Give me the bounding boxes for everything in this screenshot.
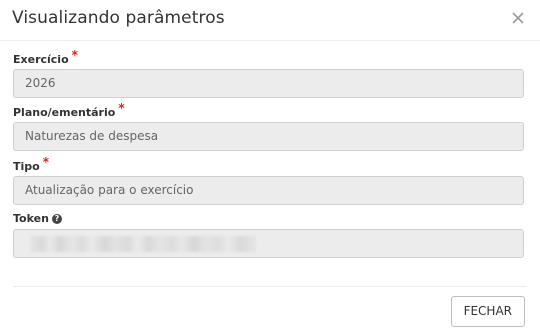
token-label: Token? [13,212,62,225]
footer-divider [13,286,527,287]
required-marker: * [71,48,78,62]
plano-label: Plano/ementário * [13,101,125,119]
tipo-label: Tipo * [13,155,49,173]
question-circle-icon[interactable]: ? [51,214,62,224]
dialog-header: Visualizando parâmetros [0,0,540,41]
plano-field[interactable]: Naturezas de despesa [13,122,524,151]
exercicio-label: Exercício * [13,48,78,66]
token-field[interactable] [13,229,524,258]
required-marker: * [118,101,125,115]
close-icon[interactable] [510,10,526,26]
close-button[interactable]: FECHAR [450,296,525,327]
required-marker: * [42,155,49,169]
tipo-field[interactable]: Atualização para o exercício [13,176,524,205]
dialog-title: Visualizando parâmetros [12,8,225,28]
exercicio-field[interactable]: 2026 [13,69,524,98]
token-redacted-value [30,236,256,252]
view-parameters-dialog: Visualizando parâmetros Exercício * 2026 … [0,0,540,334]
